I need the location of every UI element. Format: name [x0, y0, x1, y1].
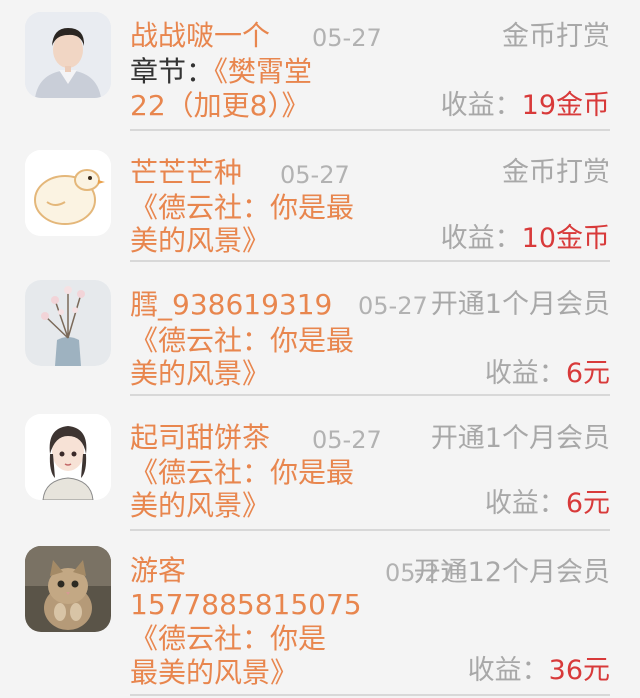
- earnings-amount: 6元: [565, 488, 610, 519]
- earnings-amount: 36元: [548, 655, 610, 686]
- earnings-label: 收益：: [440, 223, 522, 254]
- avatar-anime-girl-icon: [25, 414, 111, 500]
- user-name[interactable]: 战战啵一个: [130, 19, 270, 53]
- chapter-line-2[interactable]: 美的风景》: [130, 489, 270, 523]
- earnings-label: 收益：: [484, 488, 566, 519]
- avatar[interactable]: [25, 414, 111, 500]
- avatar[interactable]: [25, 12, 111, 98]
- earnings: 收益：6元: [485, 487, 610, 521]
- user-name[interactable]: 起司甜饼茶: [130, 421, 270, 455]
- date: 05-27: [280, 161, 350, 189]
- earnings-amount: 10金币: [521, 223, 610, 254]
- reward-type: 开通12个月会员: [413, 557, 610, 588]
- earnings: 收益：36元: [468, 654, 610, 688]
- divider: [130, 694, 610, 696]
- avatar[interactable]: [25, 280, 111, 366]
- earnings-amount: 19金币: [521, 90, 610, 121]
- earnings-label: 收益：: [467, 655, 549, 686]
- reward-type: 开通1个月会员: [430, 423, 610, 454]
- reward-type: 金币打赏: [502, 21, 610, 52]
- avatar[interactable]: [25, 150, 111, 236]
- user-name[interactable]: 芒芒芒种: [130, 156, 242, 190]
- date: 05-27: [358, 292, 428, 320]
- list-item[interactable]: 膤_938619319 05-27 开通1个月会员 《德云社：你是最 美的风景》…: [0, 262, 640, 396]
- user-name[interactable]: 游客: [130, 554, 186, 588]
- chapter-line-2[interactable]: 美的风景》: [130, 224, 270, 258]
- earnings-label: 收益：: [440, 90, 522, 121]
- earnings: 收益：10金币: [441, 222, 610, 256]
- earnings-label: 收益：: [484, 358, 566, 389]
- reward-record-list: 战战啵一个 05-27 金币打赏 章节：《樊霄堂 22（加更8）》 收益：19金…: [0, 0, 640, 698]
- user-id[interactable]: 1577885815075: [130, 588, 362, 622]
- date: 05-27: [312, 426, 382, 454]
- avatar[interactable]: [25, 546, 111, 632]
- chapter-line-1[interactable]: 《德云社：你是最: [130, 456, 354, 490]
- avatar-flower-vase-icon: [25, 280, 111, 366]
- chapter-line-1[interactable]: 《德云社：你是: [130, 622, 326, 656]
- chapter-line-2[interactable]: 美的风景》: [130, 357, 270, 391]
- avatar-man-icon: [25, 12, 111, 98]
- reward-type: 开通1个月会员: [430, 288, 610, 322]
- chapter-prefix: 章节：: [130, 55, 215, 88]
- divider: [130, 129, 610, 131]
- list-item[interactable]: 战战啵一个 05-27 金币打赏 章节：《樊霄堂 22（加更8）》 收益：19金…: [0, 0, 640, 132]
- avatar-cartoon-bird-icon: [25, 150, 111, 236]
- chapter-line-1[interactable]: 《德云社：你是最: [130, 324, 354, 358]
- earnings-amount: 6元: [565, 358, 610, 389]
- avatar-kitten-icon: [25, 546, 111, 632]
- list-item[interactable]: 芒芒芒种 05-27 金币打赏 《德云社：你是最 美的风景》 收益：10金币: [0, 132, 640, 262]
- earnings: 收益：19金币: [441, 89, 610, 123]
- user-name[interactable]: 膤_938619319: [130, 288, 332, 322]
- list-item[interactable]: 游客 1577885815075 05-27 开通12个月会员 《德云社：你是 …: [0, 530, 640, 698]
- chapter-line-2[interactable]: 22（加更8）》: [130, 89, 309, 123]
- chapter-line-1[interactable]: 《德云社：你是最: [130, 191, 354, 225]
- earnings: 收益：6元: [485, 357, 610, 391]
- list-item[interactable]: 起司甜饼茶 05-27 开通1个月会员 《德云社：你是最 美的风景》 收益：6元: [0, 396, 640, 531]
- chapter-line-1[interactable]: 章节：《樊霄堂: [130, 55, 312, 89]
- date: 05-27: [312, 24, 382, 52]
- chapter-title: 《樊霄堂: [214, 55, 313, 88]
- chapter-line-2[interactable]: 最美的风景》: [130, 656, 298, 690]
- reward-type: 金币打赏: [502, 157, 610, 188]
